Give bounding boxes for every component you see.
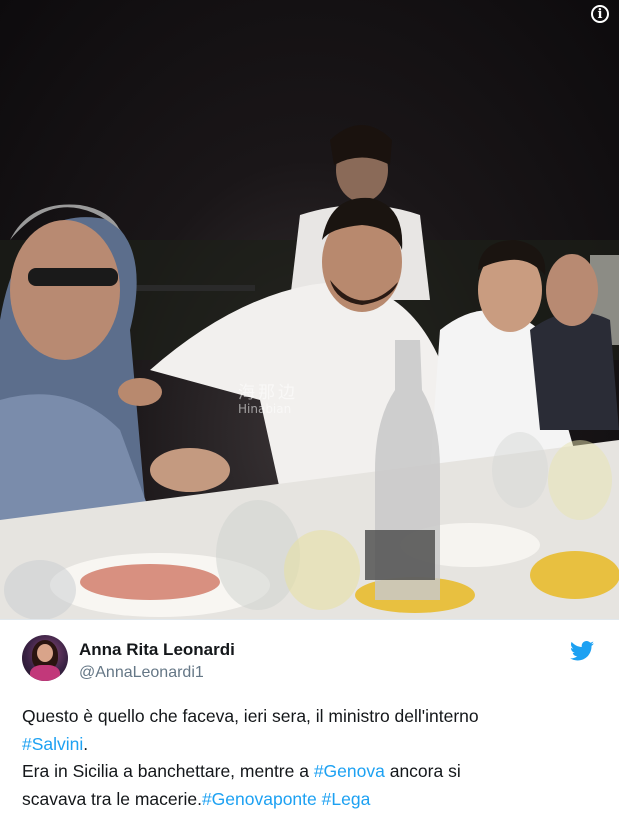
hashtag-genovaponte[interactable]: #Genovaponte: [202, 789, 317, 809]
banquet-scene: [0, 0, 619, 619]
watermark-chinese: 海那边: [238, 384, 298, 403]
photo-divider: [0, 619, 619, 620]
avatar-face: [37, 644, 53, 662]
tweet-text-segment: Questo è quello che faceva, ieri sera, i…: [22, 706, 479, 726]
tweet-text-segment: .: [83, 734, 88, 754]
twitter-bird-icon[interactable]: [570, 641, 594, 661]
watermark-latin: Hinabian: [238, 403, 298, 416]
tweet-photo[interactable]: 海那边 Hinabian i: [0, 0, 619, 619]
hashtag-genova[interactable]: #Genova: [314, 761, 385, 781]
photo-watermark: 海那边 Hinabian: [238, 384, 298, 416]
tweet-text-segment: ancora si: [385, 761, 461, 781]
tweet-line-2: #Salvini.: [22, 731, 602, 759]
tweet-header: Anna Rita Leonardi @AnnaLeonardi1: [22, 635, 602, 685]
info-icon[interactable]: i: [591, 5, 609, 23]
tweet-text-segment: Era in Sicilia a banchettare, mentre a: [22, 761, 314, 781]
tweet-line-1: Questo è quello che faceva, ieri sera, i…: [22, 703, 602, 731]
tweet-text-segment: scavava tra le macerie.: [22, 789, 202, 809]
hashtag-salvini[interactable]: #Salvini: [22, 734, 83, 754]
author-name[interactable]: Anna Rita Leonardi: [79, 640, 235, 660]
author-handle[interactable]: @AnnaLeonardi1: [79, 664, 204, 682]
avatar[interactable]: [22, 635, 68, 681]
hashtag-lega[interactable]: #Lega: [322, 789, 371, 809]
tweet-line-3: Era in Sicilia a banchettare, mentre a #…: [22, 758, 602, 786]
avatar-body: [30, 665, 60, 681]
tweet-line-4: scavava tra le macerie.#Genovaponte #Leg…: [22, 786, 602, 813]
tweet-text: Questo è quello che faceva, ieri sera, i…: [22, 703, 602, 813]
